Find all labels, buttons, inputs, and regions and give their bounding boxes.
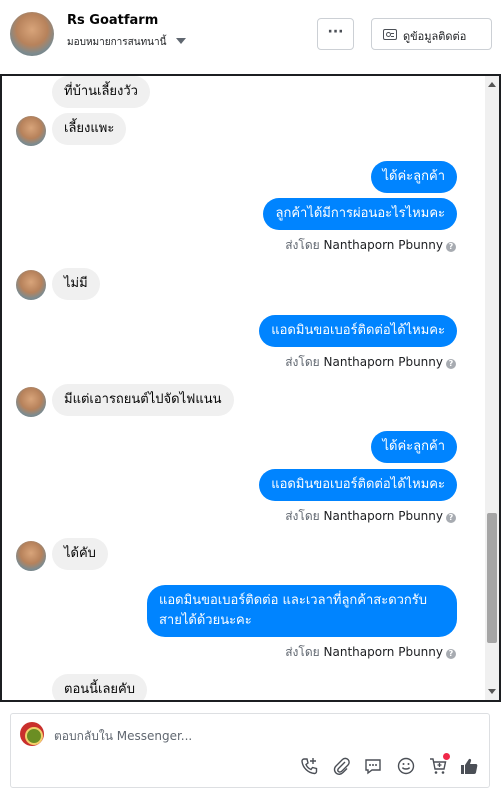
message-incoming: ไม่มี <box>52 268 100 300</box>
sent-by-label: ส่งโดย Nanthaporn Pbunny? <box>285 643 456 662</box>
chat-bubble-icon[interactable] <box>363 756 383 776</box>
sent-by-prefix: ส่งโดย <box>285 509 320 523</box>
view-contact-info-label: ดูข้อมูลติดต่อ <box>403 30 467 43</box>
more-options-button[interactable]: ··· <box>317 18 354 50</box>
sent-by-prefix: ส่งโดย <box>285 355 320 369</box>
contact-avatar-small <box>16 270 46 300</box>
reply-input[interactable] <box>54 726 454 746</box>
message-outgoing: แอดมินขอเบอร์ติดต่อได้ไหมคะ <box>259 315 457 347</box>
sent-by-name: Nanthaporn Pbunny <box>323 355 443 369</box>
message-outgoing: แอดมินขอเบอร์ติดต่อ และเวลาที่ลูกค้าสะดว… <box>147 585 457 637</box>
sent-by-label: ส่งโดย Nanthaporn Pbunny? <box>285 353 456 372</box>
page-logo <box>20 722 44 746</box>
assign-conversation-label[interactable]: มอบหมายการสนทนานี้ <box>67 35 166 50</box>
sent-by-name: Nanthaporn Pbunny <box>323 645 443 659</box>
message-outgoing: ลูกค้าได้มีการผ่อนอะไรไหมคะ <box>263 198 457 230</box>
sent-by-name: Nanthaporn Pbunny <box>323 509 443 523</box>
info-icon[interactable]: ? <box>446 242 456 252</box>
scrollbar-thumb[interactable] <box>487 513 497 643</box>
info-icon[interactable]: ? <box>446 513 456 523</box>
message-outgoing: แอดมินขอเบอร์ติดต่อได้ไหมคะ <box>259 469 457 501</box>
conversation-header: Rs Goatfarm มอบหมายการสนทนานี้ ··· ดูข้อ… <box>0 0 501 74</box>
message-outgoing: ได้ค่ะลูกค้า <box>370 431 457 463</box>
paperclip-icon[interactable] <box>331 756 351 776</box>
sent-by-prefix: ส่งโดย <box>285 238 320 252</box>
sent-by-prefix: ส่งโดย <box>285 645 320 659</box>
message-incoming: ได้คับ <box>52 538 108 570</box>
sent-by-label: ส่งโดย Nanthaporn Pbunny? <box>285 507 456 526</box>
contact-avatar-small <box>16 387 46 417</box>
contact-avatar-small <box>16 541 46 571</box>
sent-by-label: ส่งโดย Nanthaporn Pbunny? <box>285 236 456 255</box>
phone-add-icon[interactable] <box>299 756 319 776</box>
message-incoming: มีแต่เอารถยนต์ไปจัดไฟแนน <box>52 384 234 416</box>
thumbs-up-icon[interactable] <box>459 756 479 776</box>
message-incoming: ตอนนี้เลยคับ <box>52 674 147 700</box>
view-contact-info-button[interactable]: ดูข้อมูลติดต่อ <box>371 18 492 50</box>
notification-dot <box>443 753 450 760</box>
message-outgoing: ได้ค่ะลูกค้า <box>370 161 457 193</box>
reply-composer <box>10 713 490 788</box>
scroll-down-arrow[interactable] <box>488 689 496 694</box>
info-icon[interactable]: ? <box>446 359 456 369</box>
message-incoming: ที่บ้านเลี้ยงวัว <box>52 76 150 108</box>
contact-name[interactable]: Rs Goatfarm <box>67 13 158 28</box>
message-incoming: เลี้ยงแพะ <box>52 113 127 145</box>
scrollbar[interactable] <box>485 76 499 700</box>
chevron-down-icon[interactable] <box>176 38 186 44</box>
info-icon[interactable]: ? <box>446 649 456 659</box>
message-thread[interactable]: ที่บ้านเลี้ยงวัว เลี้ยงแพะ ได้ค่ะลูกค้า … <box>0 74 501 702</box>
smiley-icon[interactable] <box>396 756 416 776</box>
sent-by-name: Nanthaporn Pbunny <box>323 238 443 252</box>
contact-card-icon <box>383 29 397 40</box>
contact-avatar-small <box>16 116 46 146</box>
contact-avatar[interactable] <box>10 12 54 56</box>
scroll-up-arrow[interactable] <box>488 82 496 87</box>
